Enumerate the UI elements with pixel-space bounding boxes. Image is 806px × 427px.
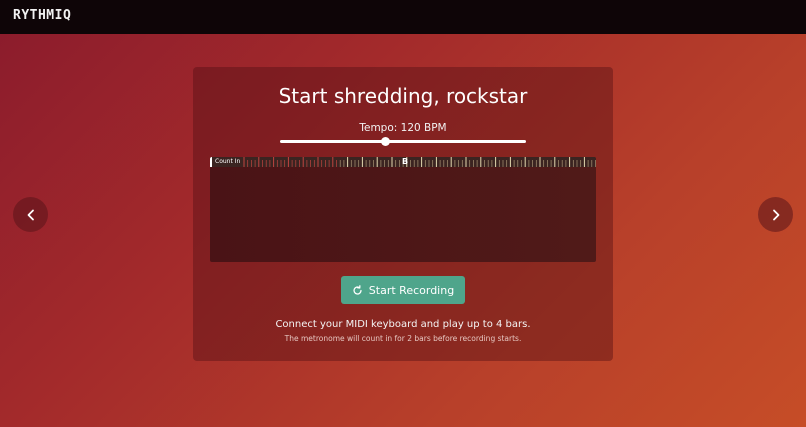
timeline-ruler: Count In B <box>210 157 596 167</box>
chevron-left-icon <box>27 209 34 220</box>
page-title: Start shredding, rockstar <box>278 84 528 108</box>
tempo-slider[interactable] <box>280 137 526 146</box>
top-bar: RYTHMIQ <box>0 0 806 34</box>
refresh-icon <box>353 284 362 295</box>
tempo-slider-thumb[interactable] <box>381 137 391 146</box>
app-logo[interactable]: RYTHMIQ <box>13 8 71 23</box>
next-button[interactable] <box>758 197 793 232</box>
count-in-label: Count In <box>215 158 241 165</box>
piano-roll[interactable]: Count In B <box>210 157 596 262</box>
previous-button[interactable] <box>13 197 48 232</box>
chevron-right-icon <box>772 209 779 220</box>
instructions-text: Connect your MIDI keyboard and play up t… <box>275 319 531 330</box>
start-recording-label: Start Recording <box>368 283 455 297</box>
playhead[interactable] <box>210 157 212 167</box>
metronome-note: The metronome will count in for 2 bars b… <box>284 334 522 343</box>
recording-card: Start shredding, rockstar Tempo: 120 BPM… <box>193 67 613 361</box>
start-recording-button[interactable]: Start Recording <box>341 276 465 304</box>
tempo-label: Tempo: 120 BPM <box>359 122 447 134</box>
bar-marker: B <box>402 157 409 166</box>
